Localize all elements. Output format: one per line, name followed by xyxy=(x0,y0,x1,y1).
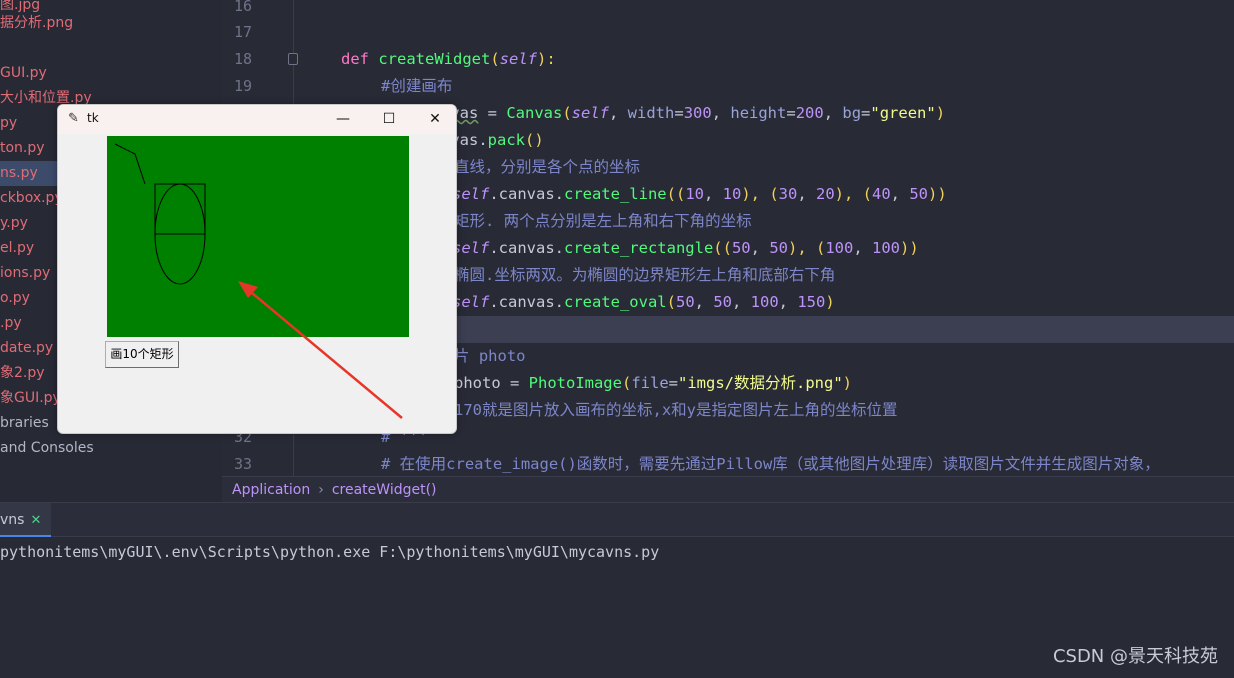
code-line-27[interactable]: self.canvas.create_oval(50, 50, 100, 150… xyxy=(452,289,835,316)
canvas-line xyxy=(114,143,146,185)
run-tab-bar: vns ✕ xyxy=(0,503,1234,537)
tree-item[interactable]: 据分析.png xyxy=(0,11,222,36)
run-tab[interactable]: vns ✕ xyxy=(0,503,51,537)
breadcrumb-item-method[interactable]: createWidget() xyxy=(332,482,437,498)
maximize-icon: ☐ xyxy=(382,111,396,127)
line-number: 17 xyxy=(233,23,252,41)
code-line-31[interactable]: 170就是图片放入画布的坐标,x和y是指定图片左上角的坐标位置 xyxy=(454,397,898,424)
code-line-30[interactable]: photo = PhotoImage(file="imgs/数据分析.png") xyxy=(454,370,852,397)
canvas-drawing xyxy=(114,143,206,285)
close-icon: ✕ xyxy=(429,111,441,127)
code-line-22[interactable]: 直线，分别是各个点的坐标 xyxy=(454,154,640,181)
code-line-25[interactable]: self.canvas.create_rectangle((50, 50), (… xyxy=(452,235,919,262)
console-output[interactable]: pythonitems\myGUI\.env\Scripts\python.ex… xyxy=(0,541,659,563)
run-panel: vns ✕ pythonitems\myGUI\.env\Scripts\pyth… xyxy=(0,502,1234,678)
maximize-button[interactable]: ☐ xyxy=(366,105,412,134)
breadcrumb-item-class[interactable]: Application xyxy=(232,482,310,498)
tk-canvas[interactable] xyxy=(107,136,409,337)
window-title: tk xyxy=(87,111,99,125)
tk-title-bar[interactable]: ✎ tk — ☐ ✕ xyxy=(58,105,456,134)
line-number: 33 xyxy=(233,455,252,473)
breadcrumb-separator-icon: › xyxy=(318,482,324,498)
code-line-18[interactable]: def createWidget(self): xyxy=(341,46,556,73)
run-tab-label: vns xyxy=(0,512,25,528)
code-line-19[interactable]: #创建画布 xyxy=(381,73,452,100)
minimize-button[interactable]: — xyxy=(320,105,366,134)
code-line-33[interactable]: # 在使用create_image()函数时，需要先通过Pillow库（或其他图… xyxy=(381,451,1160,476)
minimize-icon: — xyxy=(336,111,350,127)
code-line-26[interactable]: 椭圆.坐标两双。为椭圆的边界矩形左上角和底部右下角 xyxy=(454,262,835,289)
fold-marker-icon[interactable] xyxy=(288,53,298,65)
line-number: 18 xyxy=(233,50,252,68)
feather-icon: ✎ xyxy=(68,111,79,126)
tree-item[interactable]: and Consoles xyxy=(0,436,222,461)
close-button[interactable]: ✕ xyxy=(412,105,456,134)
code-line-23[interactable]: self.canvas.create_line((10, 10), (30, 2… xyxy=(452,181,947,208)
tree-item[interactable]: GUI.py xyxy=(0,61,222,86)
line-number: 19 xyxy=(233,77,252,95)
tk-window[interactable]: ✎ tk — ☐ ✕ 画10个矩形 xyxy=(57,104,457,434)
canvas-rectangle xyxy=(154,183,206,235)
line-number: 16 xyxy=(233,0,252,15)
code-line-29[interactable]: 片 photo xyxy=(454,343,526,370)
draw-rectangles-button[interactable]: 画10个矩形 xyxy=(105,341,179,368)
code-line-24[interactable]: 矩形. 两个点分别是左上角和右下角的坐标 xyxy=(454,208,752,235)
watermark: CSDN @景天科技苑 xyxy=(1052,646,1218,667)
ide-screenshot: 图.jpg 据分析.png GUI.py 大小和位置.py py ton.py ns.py c… xyxy=(0,0,1234,678)
code-line-20[interactable]: nvas = Canvas(self, width=300, height=20… xyxy=(441,100,945,127)
breadcrumb: Application › createWidget() xyxy=(222,476,1234,502)
close-icon[interactable]: ✕ xyxy=(30,513,41,528)
